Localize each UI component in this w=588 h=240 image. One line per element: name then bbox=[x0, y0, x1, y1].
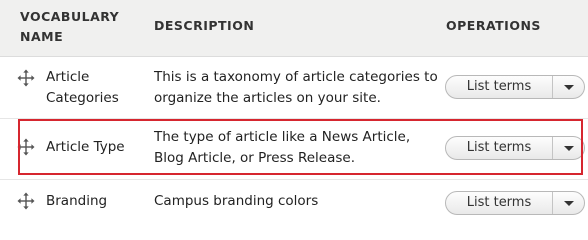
list-terms-dropbutton: List terms bbox=[445, 191, 585, 215]
vocabulary-description: This is a taxonomy of article categories… bbox=[154, 67, 439, 109]
table-row: Article Type The type of article like a … bbox=[0, 119, 588, 175]
list-terms-button[interactable]: List terms bbox=[446, 137, 552, 159]
header-description: DESCRIPTION bbox=[154, 18, 255, 33]
vocabulary-name-line1: Article Type bbox=[46, 139, 125, 155]
header-vocabulary-line2: NAME bbox=[20, 29, 64, 44]
table-row: Article Categories This is a taxonomy of… bbox=[0, 57, 588, 119]
header-vocabulary-name[interactable]: VOCABULARY NAME bbox=[20, 7, 130, 47]
vocabulary-name-line1: Branding bbox=[46, 193, 108, 209]
table-row: Branding Campus branding colors List ter… bbox=[0, 180, 588, 215]
vocabulary-name-line2: Categories bbox=[46, 90, 119, 106]
list-terms-button[interactable]: List terms bbox=[446, 76, 552, 98]
list-terms-dropbutton: List terms bbox=[445, 75, 585, 99]
description-line1: This is a taxonomy of article categories… bbox=[154, 69, 438, 85]
caret-down-icon[interactable] bbox=[553, 137, 584, 159]
header-operations: OPERATIONS bbox=[446, 18, 541, 33]
caret-down-icon[interactable] bbox=[553, 192, 584, 214]
move-arrows-icon[interactable] bbox=[17, 192, 35, 210]
header-vocabulary-line1: VOCABULARY bbox=[20, 9, 120, 24]
description-line2: organize the articles on your site. bbox=[154, 90, 381, 106]
vocabulary-name: Article Categories bbox=[46, 67, 146, 109]
vocabulary-name: Article Type bbox=[46, 137, 146, 158]
move-arrows-icon[interactable] bbox=[17, 69, 35, 87]
description-line1: Campus branding colors bbox=[154, 193, 319, 209]
caret-down-icon[interactable] bbox=[553, 76, 584, 98]
list-terms-button[interactable]: List terms bbox=[446, 192, 552, 214]
vocabulary-name: Branding bbox=[46, 191, 146, 212]
vocabulary-description: Campus branding colors bbox=[154, 191, 439, 212]
description-line2: Blog Article, or Press Release. bbox=[154, 150, 355, 166]
list-terms-dropbutton: List terms bbox=[445, 136, 585, 160]
table-header: VOCABULARY NAME DESCRIPTION OPERATIONS bbox=[0, 0, 588, 57]
vocabulary-description: The type of article like a News Article,… bbox=[154, 127, 439, 169]
move-arrows-icon[interactable] bbox=[17, 138, 35, 156]
description-line1: The type of article like a News Article, bbox=[154, 129, 411, 145]
vocabulary-name-line1: Article bbox=[46, 69, 90, 85]
